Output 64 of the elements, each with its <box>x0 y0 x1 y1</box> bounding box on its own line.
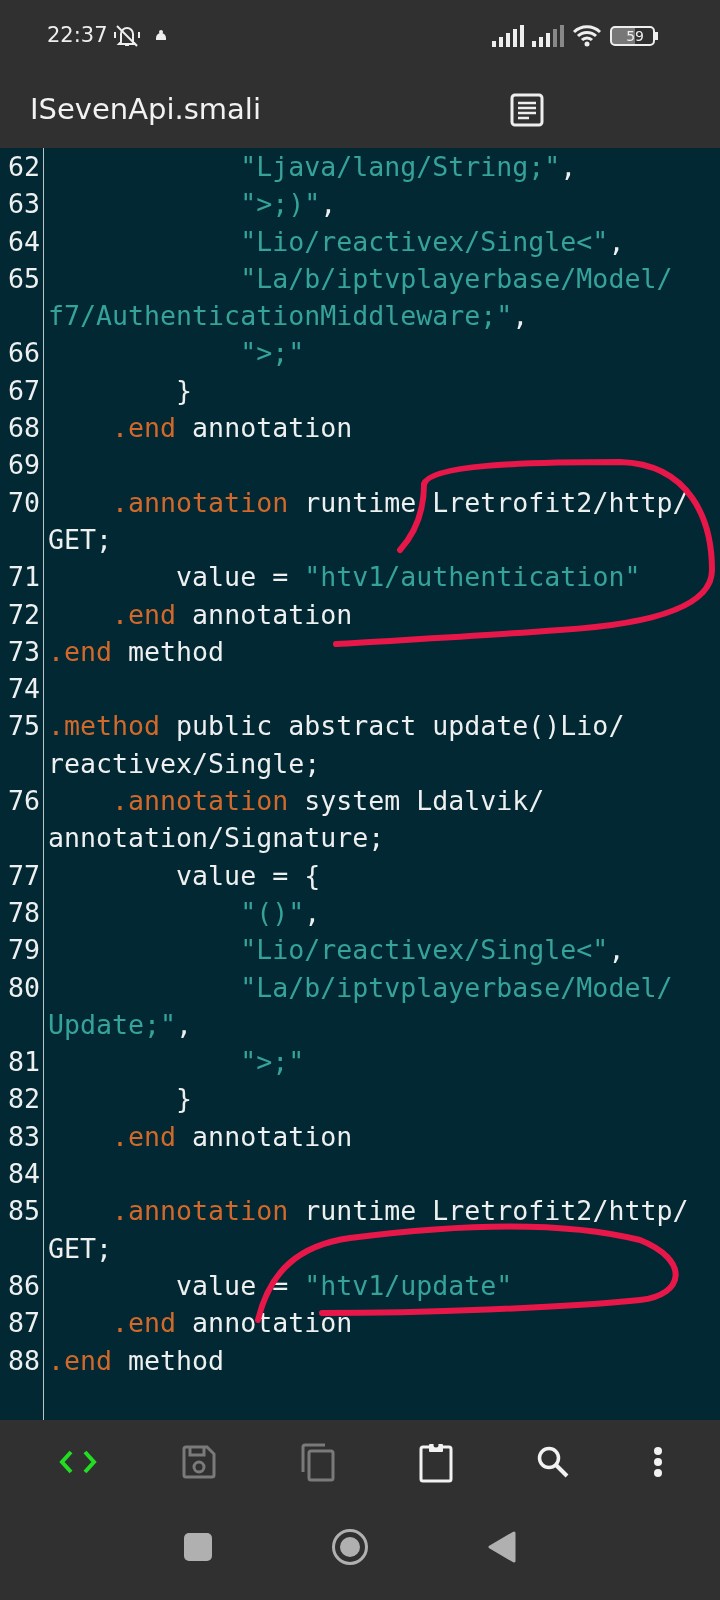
line-number: 80 <box>7 971 40 1003</box>
line-number: 69 <box>7 449 40 481</box>
line-number: 76 <box>7 785 40 817</box>
code-line: .annotation system Ldalvik/ annotation/Signature; <box>47 784 545 856</box>
code-line: "La/b/iptvplayerbase/Model/ Update;", <box>47 970 673 1042</box>
code-line: .annotation runtime Lretrofit2/http/ GET; <box>47 1194 689 1266</box>
line-number: 78 <box>7 896 40 928</box>
code-line: "Lio/reactivex/Single<", <box>239 933 625 968</box>
line-number: 63 <box>7 188 40 220</box>
code-line: .end annotation <box>111 411 353 446</box>
code-line: .end annotation <box>111 1306 353 1341</box>
line-number: 74 <box>7 673 40 705</box>
line-number: 71 <box>7 561 40 593</box>
code-line: .end annotation <box>111 597 353 632</box>
save-icon <box>180 1444 217 1480</box>
code-line: ">;" <box>239 1045 305 1080</box>
line-number: 66 <box>7 337 40 369</box>
line-number: 67 <box>7 374 40 406</box>
code-line: .method public abstract update()Lio/ reactivex/Single; <box>47 709 625 781</box>
code-line: .annotation runtime Lretrofit2/http/ GET; <box>47 485 689 557</box>
code-line: ">;)", <box>239 187 337 222</box>
line-number: 87 <box>7 1307 40 1339</box>
file-title: ISevenApi.smali <box>30 91 262 129</box>
code-line: } <box>175 373 193 408</box>
clipboard-icon <box>418 1441 453 1483</box>
code-line: ">;" <box>239 336 305 371</box>
code-line: value = { <box>175 858 321 893</box>
line-number: 84 <box>7 1158 40 1189</box>
status-time: 22:37 <box>47 22 108 50</box>
search-icon <box>535 1445 570 1479</box>
line-number: 85 <box>7 1195 40 1227</box>
line-number: 77 <box>7 859 40 891</box>
line-number: 62 <box>7 151 40 182</box>
line-number: 88 <box>7 1344 40 1376</box>
notification-icon <box>153 29 168 43</box>
more-icon <box>652 1446 663 1478</box>
line-number: 79 <box>7 934 40 966</box>
signal-icon <box>532 25 565 47</box>
line-number: 86 <box>7 1269 40 1301</box>
line-number: 75 <box>7 710 40 742</box>
line-number: 72 <box>7 598 40 630</box>
code-line: "Ljava/lang/String;", <box>239 150 577 184</box>
line-number: 82 <box>7 1083 40 1115</box>
line-number: 65 <box>7 262 40 294</box>
code-line: .end annotation <box>111 1119 353 1154</box>
line-number: 64 <box>7 225 40 257</box>
line-number: 68 <box>7 412 40 444</box>
document-icon[interactable] <box>510 93 544 127</box>
signal-icon <box>492 25 525 47</box>
code-line: "La/b/iptvplayerbase/Model/ f7/AuthenticationMiddleware;", <box>47 261 673 334</box>
line-number: 83 <box>7 1120 40 1152</box>
battery-icon: 59 <box>610 26 658 46</box>
wifi-icon <box>572 24 603 48</box>
code-line: "Lio/reactivex/Single<", <box>239 224 625 259</box>
line-number: 73 <box>7 635 40 667</box>
code-line: .end method <box>47 634 225 669</box>
copy-icon <box>299 1442 336 1482</box>
line-number: 70 <box>7 486 40 518</box>
code-line: .end method <box>47 1343 225 1378</box>
code-line: "()", <box>239 895 321 930</box>
line-number: 81 <box>7 1046 40 1078</box>
code-line: } <box>175 1082 193 1117</box>
bell-off-icon <box>111 23 142 49</box>
code-line: value = "htv1/authentication" <box>175 560 641 595</box>
